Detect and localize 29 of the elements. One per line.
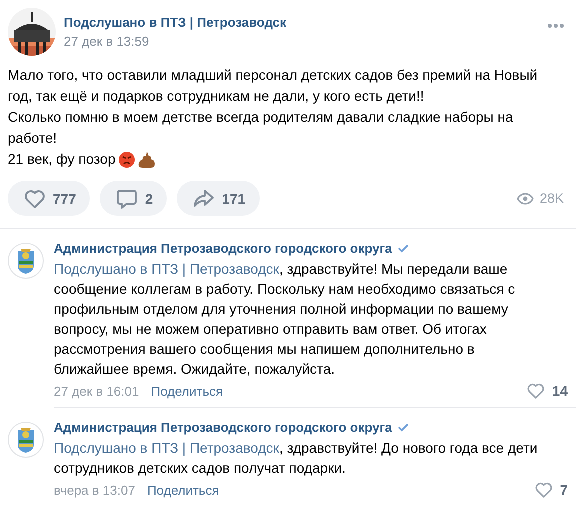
post-text: Мало того, что оставили младший персонал детских садов без премий на Новый год, так ещё и подарков сотрудникам не дали, у кого есть дети!! [8, 67, 538, 104]
coat-of-arms-icon [8, 243, 44, 279]
commenter-name[interactable]: Администрация Петрозаводского городского округа [54, 241, 392, 256]
share-link[interactable]: Поделиться [151, 384, 224, 398]
eye-icon [516, 192, 534, 204]
comment-text: Подслушано в ПТЗ | Петрозаводск, здравствуйте! До нового года все дети сотрудников детских садов получат подарки. [54, 439, 539, 478]
mention-link[interactable]: Подслушано в ПТЗ | Петрозаводск [54, 440, 280, 456]
share-button[interactable]: 171 [177, 181, 260, 216]
poop-icon [138, 152, 156, 168]
heart-icon [534, 480, 554, 500]
more-icon[interactable] [548, 24, 564, 28]
comment-button[interactable]: 2 [100, 181, 168, 216]
commenter-name[interactable]: Администрация Петрозаводского городского округа [54, 420, 392, 435]
comment-date[interactable]: 27 дек в 16:01 [54, 384, 140, 398]
angry-face-icon [118, 152, 135, 168]
post-date[interactable]: 27 дек в 13:59 [64, 34, 287, 49]
heart-icon [526, 381, 546, 401]
mention-link[interactable]: Подслушано в ПТЗ | Петрозаводск [54, 261, 280, 277]
post-text: Сколько помню в моем детстве всегда родителям давали сладкие наборы на работе! [8, 109, 514, 146]
comment-like-button[interactable]: 14 [526, 381, 568, 401]
share-link[interactable]: Поделиться [147, 482, 220, 498]
like-button[interactable]: 777 [8, 181, 90, 216]
author-name[interactable]: Подслушано в ПТЗ | Петрозаводск [64, 15, 287, 30]
view-count: 28K [540, 191, 564, 206]
comment-like-button[interactable]: 7 [534, 480, 568, 500]
post-text: 21 век, фу позор [8, 150, 116, 169]
comment-text: Подслушано в ПТЗ | Петрозаводск, здравствуйте! Мы передали ваше сообщение коллегам в работу. Поскольку нам необходимо связаться с профильным отделом для уточнения полной информации по вашему вопросу, мы не можем оперативно отправить вам ответ. Об итогах рассмотрения вашего сообщения мы напишем дополнительно в ближайшее время. Ожидайте, пожалуйста. [54, 260, 516, 379]
comment-date[interactable]: вчера в 13:07 [54, 482, 136, 498]
coat-of-arms-icon [8, 422, 44, 458]
